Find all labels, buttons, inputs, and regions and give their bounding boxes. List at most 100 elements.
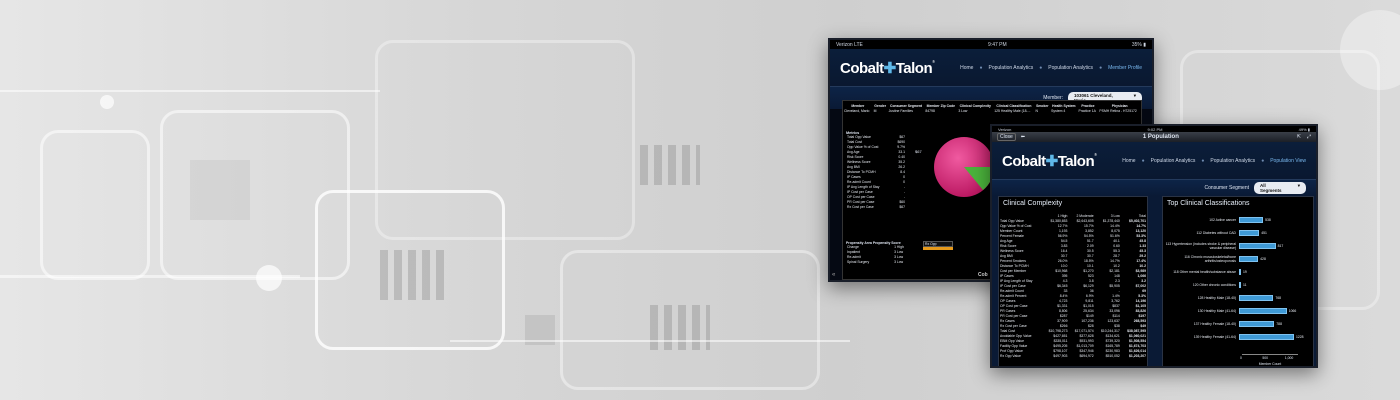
- metric-value: $67: [899, 205, 905, 209]
- bar-value: 19: [1243, 269, 1247, 274]
- crumb-home[interactable]: Home: [1122, 158, 1135, 164]
- bg-square: [190, 160, 250, 220]
- segment-select-row: Consumer Segment All Segments ▾: [992, 180, 1316, 196]
- x-tick-label: 0: [1240, 356, 1242, 360]
- breadcrumb: Home ● Population Analytics ● Population A…: [1122, 158, 1306, 164]
- table-cell: Practice 1A: [1078, 109, 1096, 113]
- bar-label: 128 Healthy Male (18-40): [1197, 295, 1236, 300]
- logo-trademark: ®: [932, 58, 935, 64]
- bar[interactable]: [1239, 216, 1264, 223]
- segment-select-value: All Segments: [1260, 183, 1282, 193]
- x-axis: 0 500 1,000: [1240, 354, 1298, 362]
- bar-row[interactable]: 118 Other mental health/substance abuse 1…: [1163, 266, 1313, 277]
- bar[interactable]: [1239, 320, 1275, 327]
- app-header: Cobalt✚Talon® Home ● Population Analytics…: [992, 142, 1316, 180]
- logo-text-b: Talon: [1057, 152, 1095, 170]
- complexity-table: 1 High 2 Moderate 3 Low Total Total Opp Valu…: [999, 214, 1147, 359]
- crumb-separator-icon: ●: [979, 64, 983, 71]
- legend-swatch: [923, 247, 953, 250]
- bar[interactable]: [1239, 281, 1241, 288]
- bar[interactable]: [1239, 268, 1241, 275]
- bar-value: 1066: [1288, 308, 1297, 313]
- bar-label: 116 Chronic musculoskeletal/bone arthrit…: [1184, 254, 1236, 263]
- crumb-population-analytics[interactable]: Population Analytics: [989, 65, 1034, 71]
- member-table: Member Gender Consumer Segment Member Zip C…: [843, 104, 1141, 114]
- logo-trademark: ®: [1094, 151, 1097, 157]
- bg-line: [450, 340, 850, 342]
- table-cell: System 4: [1051, 109, 1066, 113]
- crumb-home[interactable]: Home: [960, 65, 973, 71]
- metric-label: Rx Cost per Case: [847, 205, 874, 209]
- toolbar: Close ⬅ 1 Population ⇱ ⤢: [992, 132, 1316, 142]
- pie-legend: Rx Opp: [923, 241, 953, 250]
- bar-row[interactable]: 116 Chronic musculoskeletal/bone arthrit…: [1163, 253, 1313, 264]
- x-tick-label: 500: [1262, 356, 1269, 360]
- app-header: Cobalt✚Talon® Home ● Population Analytics…: [830, 49, 1152, 87]
- bar-value: 1228: [1296, 334, 1304, 339]
- logo-text-b: Talon: [895, 59, 933, 77]
- bar-row[interactable]: 112 Diabetes without CAD 451: [1163, 227, 1313, 238]
- bar-row[interactable]: 120 Other chronic conditions 11: [1163, 279, 1313, 290]
- table-cell: 84798: [925, 109, 935, 113]
- bar-row[interactable]: 113 Hypertension (includes stroke & peri…: [1163, 240, 1313, 251]
- metric-row: Rx Cost per Case $67: [846, 205, 906, 210]
- front-tablet-screen: Verizon 9:02 PM 49% ▮ Close ⬅ 1 Populati…: [990, 124, 1318, 368]
- crumb-population-analytics-2[interactable]: Population Analytics: [1210, 158, 1255, 164]
- bg-stripes: [650, 305, 710, 350]
- propensity-score: 3 Low: [894, 260, 904, 264]
- crumb-separator-icon: ●: [1261, 157, 1265, 164]
- table-row[interactable]: Cleveland, Mario M Justine Families 84798 3 …: [843, 109, 1141, 114]
- fullscreen-icon[interactable]: ⤢: [1307, 134, 1311, 140]
- table-cell: N: [1035, 109, 1038, 113]
- bar[interactable]: [1239, 294, 1274, 301]
- close-button[interactable]: Close: [997, 133, 1016, 141]
- bar-row[interactable]: 102 Active cancer 538: [1163, 214, 1313, 225]
- bar-row[interactable]: 130 Healthy Male (41-64) 1066: [1163, 305, 1313, 316]
- row-label: Rx Opp Value: [1000, 354, 1021, 358]
- crumb-separator-icon: ●: [1141, 157, 1145, 164]
- bar[interactable]: [1239, 229, 1260, 236]
- bar-label: 130 Healthy Male (41-64): [1197, 308, 1236, 313]
- carrier-label: Verizon LTE: [836, 41, 863, 48]
- crumb-population-analytics-2[interactable]: Population Analytics: [1048, 65, 1093, 71]
- complexity-title: Clinical Complexity: [1003, 200, 1063, 207]
- bar-row[interactable]: 137 Healthy Female (18-40) 788: [1163, 318, 1313, 329]
- metrics-table: Total Opp Value $67 Total Cost $690 Opp Valu…: [846, 135, 906, 210]
- table-cell: $1,203,207: [1129, 354, 1146, 358]
- status-bar: Verizon LTE 9:47 PM 35% ▮: [830, 40, 1152, 49]
- bar-label: 102 Active cancer: [1209, 217, 1236, 222]
- x-tick-label: 1,000: [1284, 356, 1294, 360]
- bg-block: [40, 130, 150, 280]
- classifications-title: Top Clinical Classifications: [1167, 200, 1250, 207]
- bg-stripes: [380, 250, 450, 300]
- table-cell: $510,052: [1105, 354, 1120, 358]
- bar-label: 113 Hypertension (includes stroke & peri…: [1165, 241, 1236, 250]
- table-cell: Justine Families: [888, 109, 913, 113]
- bar-value: 11: [1243, 282, 1247, 287]
- bg-line: [0, 90, 380, 92]
- battery-label: 35% ▮: [1131, 41, 1146, 48]
- bar-value: 817: [1277, 243, 1284, 248]
- bar-value: 768: [1275, 295, 1282, 300]
- chevron-left-icon[interactable]: «: [832, 272, 835, 278]
- back-arrow-icon[interactable]: ⬅: [1021, 134, 1025, 140]
- opp-pie-chart: [934, 137, 994, 197]
- metrics-section: Metrics Total Opp Value $67 Total Cost $690…: [846, 131, 906, 210]
- segment-select[interactable]: All Segments ▾: [1254, 182, 1306, 194]
- carrier-label: Verizon: [998, 126, 1012, 132]
- bar[interactable]: [1239, 307, 1287, 314]
- app-logo: Cobalt✚Talon®: [1002, 152, 1097, 170]
- bar[interactable]: [1239, 242, 1276, 249]
- share-icon[interactable]: ⇱: [1297, 134, 1301, 140]
- bg-stripes: [640, 145, 700, 185]
- crumb-population-analytics[interactable]: Population Analytics: [1151, 158, 1196, 164]
- bar-row[interactable]: 139 Healthy Female (41-64) 1228: [1163, 331, 1313, 342]
- bar[interactable]: [1239, 255, 1259, 262]
- bar-label: 118 Other mental health/substance abuse: [1173, 269, 1236, 274]
- table-row[interactable]: Rx Opp Value $497,903 $694,972 $510,052 $1,2…: [999, 354, 1147, 359]
- bar-row[interactable]: 128 Healthy Male (18-40) 768: [1163, 292, 1313, 303]
- crumb-member-profile: Member Profile: [1108, 64, 1142, 71]
- segment-label: Consumer Segment: [1204, 185, 1249, 191]
- crumb-separator-icon: ●: [1099, 64, 1103, 71]
- bar[interactable]: [1239, 333, 1294, 340]
